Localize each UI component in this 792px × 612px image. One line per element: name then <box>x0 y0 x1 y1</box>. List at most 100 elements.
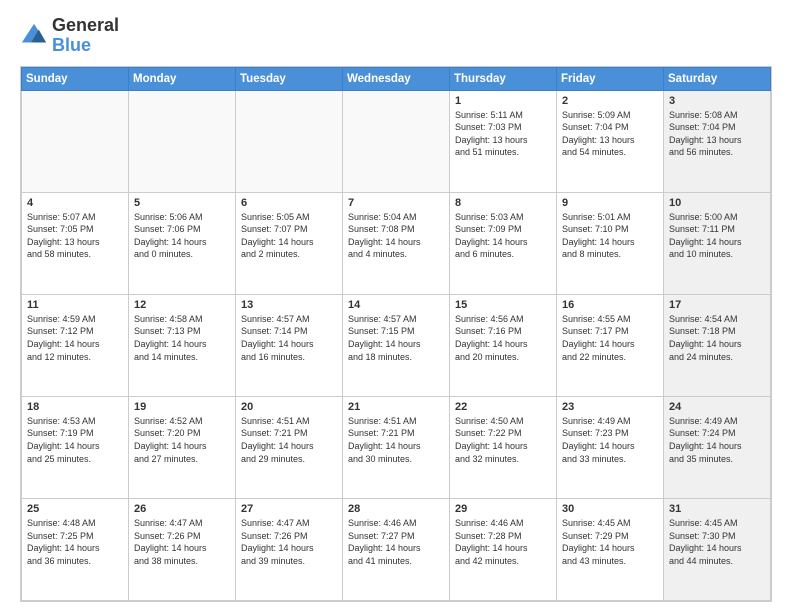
calendar-cell: 28Sunrise: 4:46 AMSunset: 7:27 PMDayligh… <box>343 498 450 600</box>
day-info: Sunrise: 5:00 AMSunset: 7:11 PMDaylight:… <box>669 211 765 261</box>
day-number: 14 <box>348 299 444 311</box>
day-number: 12 <box>134 299 230 311</box>
calendar-cell: 18Sunrise: 4:53 AMSunset: 7:19 PMDayligh… <box>22 396 129 498</box>
header: GeneralBlue <box>20 16 772 56</box>
page: GeneralBlue SundayMondayTuesdayWednesday… <box>0 0 792 612</box>
calendar-cell: 2 Sunrise: 5:09 AMSunset: 7:04 PMDaylight… <box>557 90 664 192</box>
day-number: 21 <box>348 401 444 413</box>
calendar-cell: 8Sunrise: 5:03 AMSunset: 7:09 PMDaylight… <box>450 192 557 294</box>
weekday-header-friday: Friday <box>557 67 664 90</box>
day-info: Sunrise: 5:11 AMSunset: 7:03 PMDaylight:… <box>455 109 551 159</box>
calendar-cell: 31Sunrise: 4:45 AMSunset: 7:30 PMDayligh… <box>664 498 771 600</box>
day-info: Sunrise: 5:09 AMSunset: 7:04 PMDaylight:… <box>562 109 658 159</box>
day-info: Sunrise: 4:45 AMSunset: 7:30 PMDaylight:… <box>669 517 765 567</box>
weekday-header-sunday: Sunday <box>22 67 129 90</box>
calendar-cell: 20 Sunrise: 4:51 AMSunset: 7:21 PMDayligh… <box>236 396 343 498</box>
day-number: 30 <box>562 503 658 515</box>
calendar-cell <box>236 90 343 192</box>
day-number: 9 <box>562 197 658 209</box>
day-number: 29 <box>455 503 551 515</box>
day-info: Sunrise: 5:03 AMSunset: 7:09 PMDaylight:… <box>455 211 551 261</box>
calendar-cell: 13 Sunrise: 4:57 AMSunset: 7:14 PMDayligh… <box>236 294 343 396</box>
day-info: Sunrise: 4:52 AMSunset: 7:20 PMDaylight:… <box>134 415 230 465</box>
calendar-cell: 5Sunrise: 5:06 AMSunset: 7:06 PMDaylight… <box>129 192 236 294</box>
calendar-header: SundayMondayTuesdayWednesdayThursdayFrid… <box>22 67 771 90</box>
day-info: Sunrise: 5:07 AMSunset: 7:05 PMDaylight:… <box>27 211 123 261</box>
calendar-cell <box>22 90 129 192</box>
day-info: Sunrise: 4:47 AMSunset: 7:26 PMDaylight:… <box>241 517 337 567</box>
day-number: 11 <box>27 299 123 311</box>
weekday-header-thursday: Thursday <box>450 67 557 90</box>
day-info: Sunrise: 4:51 AMSunset: 7:21 PMDaylight:… <box>348 415 444 465</box>
day-info: Sunrise: 4:58 AMSunset: 7:13 PMDaylight:… <box>134 313 230 363</box>
day-info: Sunrise: 4:57 AMSunset: 7:15 PMDaylight:… <box>348 313 444 363</box>
day-number: 25 <box>27 503 123 515</box>
day-number: 3 <box>669 95 765 107</box>
week-row-4: 25 Sunrise: 4:48 AMSunset: 7:25 PMDayligh… <box>22 498 771 600</box>
calendar-body: 1Sunrise: 5:11 AMSunset: 7:03 PMDaylight… <box>22 90 771 600</box>
day-number: 13 <box>241 299 337 311</box>
day-number: 27 <box>241 503 337 515</box>
logo-icon <box>20 22 48 50</box>
calendar-cell: 10 Sunrise: 5:00 AMSunset: 7:11 PMDayligh… <box>664 192 771 294</box>
day-info: Sunrise: 4:49 AMSunset: 7:23 PMDaylight:… <box>562 415 658 465</box>
week-row-3: 18Sunrise: 4:53 AMSunset: 7:19 PMDayligh… <box>22 396 771 498</box>
day-info: Sunrise: 4:56 AMSunset: 7:16 PMDaylight:… <box>455 313 551 363</box>
day-info: Sunrise: 4:49 AMSunset: 7:24 PMDaylight:… <box>669 415 765 465</box>
day-number: 24 <box>669 401 765 413</box>
day-info: Sunrise: 4:51 AMSunset: 7:21 PMDaylight:… <box>241 415 337 465</box>
day-number: 22 <box>455 401 551 413</box>
day-info: Sunrise: 4:55 AMSunset: 7:17 PMDaylight:… <box>562 313 658 363</box>
calendar-cell: 14 Sunrise: 4:57 AMSunset: 7:15 PMDayligh… <box>343 294 450 396</box>
calendar-cell: 19 Sunrise: 4:52 AMSunset: 7:20 PMDayligh… <box>129 396 236 498</box>
calendar-cell: 23 Sunrise: 4:49 AMSunset: 7:23 PMDayligh… <box>557 396 664 498</box>
weekday-header-saturday: Saturday <box>664 67 771 90</box>
calendar-cell: 6 Sunrise: 5:05 AMSunset: 7:07 PMDaylight… <box>236 192 343 294</box>
day-info: Sunrise: 5:05 AMSunset: 7:07 PMDaylight:… <box>241 211 337 261</box>
day-number: 26 <box>134 503 230 515</box>
calendar-cell: 11Sunrise: 4:59 AMSunset: 7:12 PMDayligh… <box>22 294 129 396</box>
day-number: 16 <box>562 299 658 311</box>
day-info: Sunrise: 5:08 AMSunset: 7:04 PMDaylight:… <box>669 109 765 159</box>
day-info: Sunrise: 5:01 AMSunset: 7:10 PMDaylight:… <box>562 211 658 261</box>
day-number: 2 <box>562 95 658 107</box>
day-number: 28 <box>348 503 444 515</box>
calendar-cell: 15 Sunrise: 4:56 AMSunset: 7:16 PMDayligh… <box>450 294 557 396</box>
week-row-0: 1Sunrise: 5:11 AMSunset: 7:03 PMDaylight… <box>22 90 771 192</box>
day-number: 17 <box>669 299 765 311</box>
calendar-cell: 22 Sunrise: 4:50 AMSunset: 7:22 PMDayligh… <box>450 396 557 498</box>
calendar-cell: 7Sunrise: 5:04 AMSunset: 7:08 PMDaylight… <box>343 192 450 294</box>
calendar-cell: 9 Sunrise: 5:01 AMSunset: 7:10 PMDaylight… <box>557 192 664 294</box>
calendar-cell: 24 Sunrise: 4:49 AMSunset: 7:24 PMDayligh… <box>664 396 771 498</box>
calendar-cell: 27 Sunrise: 4:47 AMSunset: 7:26 PMDayligh… <box>236 498 343 600</box>
calendar-cell: 16 Sunrise: 4:55 AMSunset: 7:17 PMDayligh… <box>557 294 664 396</box>
day-number: 7 <box>348 197 444 209</box>
day-number: 20 <box>241 401 337 413</box>
calendar-cell: 4 Sunrise: 5:07 AMSunset: 7:05 PMDaylight… <box>22 192 129 294</box>
weekday-header-tuesday: Tuesday <box>236 67 343 90</box>
logo: GeneralBlue <box>20 16 119 56</box>
day-number: 5 <box>134 197 230 209</box>
weekday-row: SundayMondayTuesdayWednesdayThursdayFrid… <box>22 67 771 90</box>
day-number: 6 <box>241 197 337 209</box>
day-number: 10 <box>669 197 765 209</box>
day-number: 15 <box>455 299 551 311</box>
calendar-cell: 29 Sunrise: 4:46 AMSunset: 7:28 PMDayligh… <box>450 498 557 600</box>
calendar-cell: 17Sunrise: 4:54 AMSunset: 7:18 PMDayligh… <box>664 294 771 396</box>
day-info: Sunrise: 4:50 AMSunset: 7:22 PMDaylight:… <box>455 415 551 465</box>
calendar-cell: 30 Sunrise: 4:45 AMSunset: 7:29 PMDayligh… <box>557 498 664 600</box>
calendar-table: SundayMondayTuesdayWednesdayThursdayFrid… <box>21 67 771 601</box>
day-info: Sunrise: 4:45 AMSunset: 7:29 PMDaylight:… <box>562 517 658 567</box>
calendar-cell: 3 Sunrise: 5:08 AMSunset: 7:04 PMDaylight… <box>664 90 771 192</box>
calendar-cell: 25 Sunrise: 4:48 AMSunset: 7:25 PMDayligh… <box>22 498 129 600</box>
day-number: 19 <box>134 401 230 413</box>
day-number: 4 <box>27 197 123 209</box>
day-info: Sunrise: 4:57 AMSunset: 7:14 PMDaylight:… <box>241 313 337 363</box>
week-row-1: 4 Sunrise: 5:07 AMSunset: 7:05 PMDaylight… <box>22 192 771 294</box>
day-number: 18 <box>27 401 123 413</box>
day-info: Sunrise: 4:46 AMSunset: 7:28 PMDaylight:… <box>455 517 551 567</box>
day-info: Sunrise: 4:48 AMSunset: 7:25 PMDaylight:… <box>27 517 123 567</box>
day-info: Sunrise: 4:47 AMSunset: 7:26 PMDaylight:… <box>134 517 230 567</box>
calendar-cell: 26 Sunrise: 4:47 AMSunset: 7:26 PMDayligh… <box>129 498 236 600</box>
day-number: 23 <box>562 401 658 413</box>
